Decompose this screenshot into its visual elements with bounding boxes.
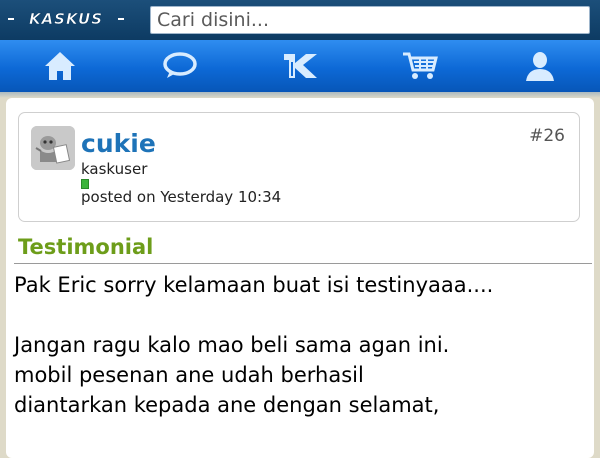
post-number[interactable]: #26 bbox=[529, 126, 565, 146]
default-avatar-icon bbox=[31, 126, 75, 170]
home-icon bbox=[45, 52, 75, 80]
post-message: Pak Eric sorry kelamaan buat isi testiny… bbox=[14, 273, 494, 417]
nav-kaskus[interactable] bbox=[240, 40, 360, 92]
nav-profile[interactable] bbox=[480, 40, 600, 92]
divider bbox=[14, 263, 592, 264]
kaskus-k-icon bbox=[284, 54, 317, 78]
speech-bubble-icon bbox=[163, 52, 197, 78]
nav-home[interactable] bbox=[0, 40, 120, 92]
user-icon bbox=[526, 52, 554, 81]
shopping-cart-icon bbox=[403, 52, 438, 79]
content-area: cukie kaskuser posted on Yesterday 10:34… bbox=[0, 92, 600, 458]
nav-jual-beli[interactable] bbox=[360, 40, 480, 92]
user-title: kaskuser bbox=[81, 160, 148, 178]
section-title: Testimonial bbox=[18, 235, 154, 259]
post-header-card: cukie kaskuser posted on Yesterday 10:34… bbox=[18, 112, 580, 222]
avatar[interactable] bbox=[31, 126, 75, 170]
post-panel: cukie kaskuser posted on Yesterday 10:34… bbox=[6, 98, 594, 458]
svg-text:KASKUS: KASKUS bbox=[29, 10, 103, 28]
post-timestamp: posted on Yesterday 10:34 bbox=[81, 188, 282, 206]
search-input[interactable] bbox=[150, 6, 590, 34]
nav-messages[interactable] bbox=[120, 40, 240, 92]
username[interactable]: cukie bbox=[81, 129, 156, 159]
kaskus-logo[interactable]: KASKUS bbox=[6, 8, 126, 30]
top-bar: KASKUS bbox=[0, 0, 600, 40]
nav-bar bbox=[0, 40, 600, 92]
